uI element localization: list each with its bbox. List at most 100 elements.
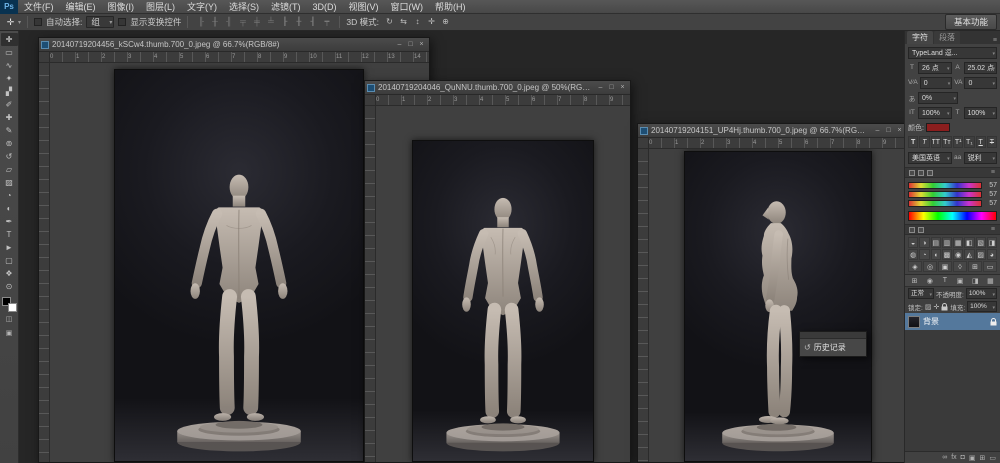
adjustment-icon[interactable]: ▧ <box>976 237 986 248</box>
align-icon[interactable]: ╫ <box>208 16 221 28</box>
adjustment-icon[interactable]: ◕ <box>987 249 997 260</box>
text-style-underline-button[interactable]: T <box>976 136 986 148</box>
language-dropdown[interactable]: 美国英语 <box>908 152 952 164</box>
adjustment-icon[interactable]: ◍ <box>908 249 918 260</box>
text-style-all-caps-button[interactable]: TT <box>931 136 941 148</box>
adjustment-icon[interactable]: ▣ <box>938 261 952 272</box>
adjustment-icon[interactable]: ◨ <box>987 237 997 248</box>
vertical-ruler[interactable] <box>39 63 50 462</box>
pen-tool[interactable]: ✒ <box>1 215 18 228</box>
tsume-dropdown[interactable]: 0% <box>918 92 958 104</box>
3d-mode-icon[interactable]: ⇆ <box>397 16 410 28</box>
minimize-button[interactable]: – <box>872 124 883 137</box>
leading-dropdown[interactable]: 25.02 点 <box>964 62 998 74</box>
panel-menu-icon[interactable]: ≡ <box>993 37 998 44</box>
color-slider[interactable]: 57 <box>908 199 997 208</box>
text-color-swatch[interactable] <box>926 123 950 132</box>
align-icon[interactable]: ╂ <box>292 16 305 28</box>
show-transform-checkbox[interactable] <box>118 18 126 26</box>
tab-paragraph[interactable]: 段落 <box>934 31 960 44</box>
crop-tool[interactable]: ▞ <box>1 85 18 98</box>
minimize-button[interactable]: – <box>394 38 405 51</box>
menu-item[interactable]: 图层(L) <box>140 0 181 14</box>
color-slider[interactable]: 57 <box>908 190 997 199</box>
zoom-tool[interactable]: ⊙ <box>1 280 18 293</box>
align-icon[interactable]: ╢ <box>222 16 235 28</box>
adjustment-icon[interactable]: ▤ <box>931 237 941 248</box>
menu-item[interactable]: 文件(F) <box>18 0 60 14</box>
type-tool[interactable]: T <box>1 228 18 241</box>
adjustment-icon[interactable]: ◎ <box>923 261 937 272</box>
adjustment-icon[interactable]: ⊞ <box>968 261 982 272</box>
3d-mode-icon[interactable]: ↻ <box>383 16 396 28</box>
close-button[interactable]: × <box>617 81 628 94</box>
vertical-scale-field[interactable]: 100% <box>918 107 952 119</box>
workspace-switcher-button[interactable]: 基本功能 <box>945 14 997 30</box>
shape-tool[interactable]: ▢ <box>1 254 18 267</box>
color-slider-bar[interactable] <box>908 182 982 189</box>
path-selection-tool[interactable]: ► <box>1 241 18 254</box>
canvas-pasteboard[interactable] <box>376 106 630 462</box>
tab-character[interactable]: 字符 <box>907 31 933 44</box>
adjustment-icon[interactable]: ◔ <box>919 249 929 260</box>
vertical-ruler[interactable] <box>365 106 376 462</box>
menu-item[interactable]: 3D(D) <box>307 0 343 14</box>
menu-item[interactable]: 编辑(E) <box>60 0 102 14</box>
quick-mask-button[interactable]: ◫ <box>1 314 18 326</box>
spot-healing-tool[interactable]: ✚ <box>1 111 18 124</box>
layer-row-background[interactable]: 背景 <box>905 313 1000 330</box>
gradient-tool[interactable]: ▨ <box>1 176 18 189</box>
text-style-italic-button[interactable]: T <box>919 136 929 148</box>
panel-menu-icon[interactable]: ≡ <box>991 169 996 176</box>
horizontal-ruler[interactable]: 01234567891011121314 <box>376 95 630 106</box>
fill-field[interactable]: 100% <box>967 301 997 312</box>
horizontal-ruler[interactable]: 01234567891011121314 <box>50 52 429 63</box>
panel-tab-icon[interactable] <box>927 170 933 176</box>
adjustment-icon[interactable]: ◧ <box>964 237 974 248</box>
layers-bottom-icon[interactable]: fx <box>951 454 956 461</box>
layers-bottom-icon[interactable]: ▣ <box>969 454 976 462</box>
screen-mode-button[interactable]: ▣ <box>1 328 18 340</box>
align-icon[interactable]: ┠ <box>278 16 291 28</box>
restore-button[interactable]: □ <box>405 38 416 51</box>
kerning-dropdown[interactable]: 0 <box>920 77 953 89</box>
menu-item[interactable]: 视图(V) <box>343 0 385 14</box>
history-panel-tooltip[interactable]: ↺ 历史记录 <box>799 331 867 357</box>
text-style-small-caps-button[interactable]: Tᴛ <box>942 136 952 148</box>
document-window-back[interactable]: 20140719204046_QuNNU.thumb.700_0.jpeg @ … <box>364 80 631 463</box>
brush-tool[interactable]: ✎ <box>1 124 18 137</box>
photo-side[interactable] <box>684 151 872 462</box>
adjustment-icon[interactable]: ◖ <box>931 249 941 260</box>
auto-select-dropdown[interactable]: 组 <box>86 16 114 28</box>
menu-item[interactable]: 滤镜(T) <box>265 0 307 14</box>
blur-tool[interactable]: ◔ <box>1 189 18 202</box>
lasso-tool[interactable]: ∿ <box>1 59 18 72</box>
rect-marquee-tool[interactable]: ▭ <box>1 46 18 59</box>
photo-back[interactable] <box>412 140 594 462</box>
panel-tab-icon[interactable] <box>909 227 915 233</box>
layer-filter-icon[interactable]: ⊞ <box>908 277 921 285</box>
vertical-ruler[interactable] <box>638 149 649 462</box>
move-tool[interactable]: ✛ <box>1 33 18 46</box>
align-icon[interactable]: ╪ <box>250 16 263 28</box>
color-swatches[interactable] <box>2 297 17 312</box>
align-icon[interactable]: ┯ <box>320 16 333 28</box>
adjustment-icon[interactable]: ◑ <box>919 237 929 248</box>
align-icon[interactable]: ┨ <box>306 16 319 28</box>
document-window-side[interactable]: 20140719204151_UP4Hj.thumb.700_0.jpeg @ … <box>637 123 908 463</box>
restore-button[interactable]: □ <box>606 81 617 94</box>
adjustment-icon[interactable]: ▦ <box>953 237 963 248</box>
align-icon[interactable]: ╤ <box>236 16 249 28</box>
text-style-strikethrough-button[interactable]: T <box>987 136 997 148</box>
history-brush-tool[interactable]: ↺ <box>1 150 18 163</box>
opacity-field[interactable]: 100% <box>966 288 997 299</box>
adjustment-icon[interactable]: ◉ <box>953 249 963 260</box>
adjustment-icon[interactable]: ◊ <box>953 261 967 272</box>
panel-tab-icon[interactable] <box>918 227 924 233</box>
lock-transparency-icon[interactable]: ▨ <box>925 303 932 311</box>
layers-bottom-icon[interactable]: ◘ <box>961 454 965 461</box>
layer-filter-icon[interactable]: ◨ <box>969 277 982 285</box>
photo-front[interactable] <box>114 69 364 462</box>
adjustment-icon[interactable]: ◒ <box>908 237 918 248</box>
font-size-dropdown[interactable]: 26 点 <box>918 62 952 74</box>
